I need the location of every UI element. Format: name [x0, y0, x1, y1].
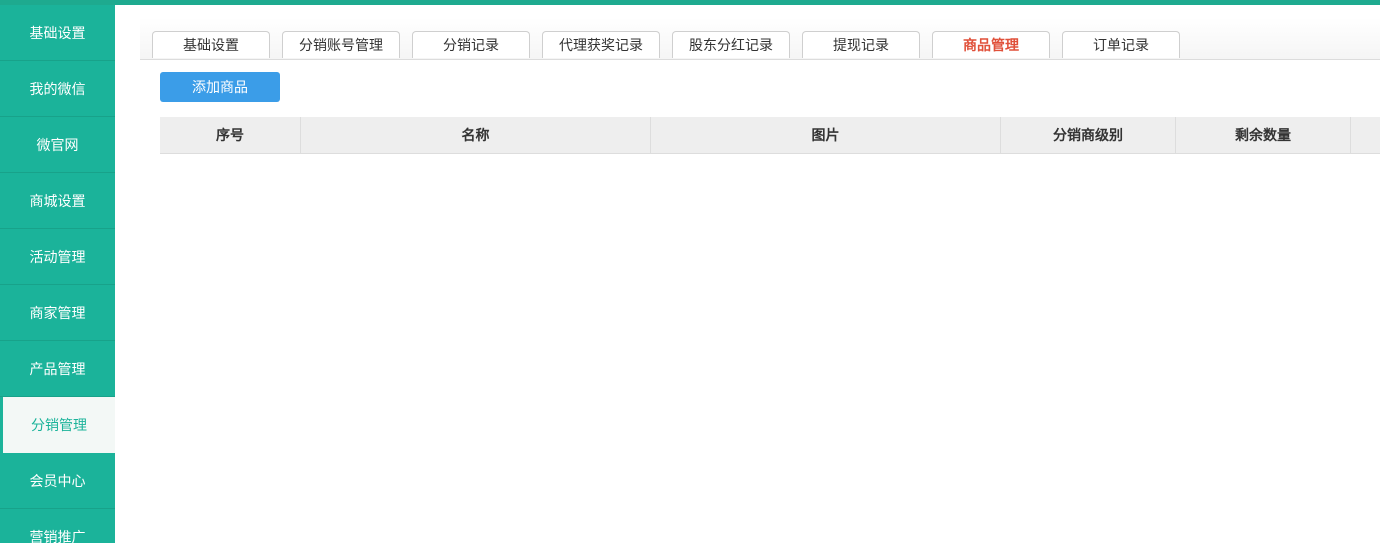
tab-product-management[interactable]: 商品管理 [932, 31, 1050, 58]
column-header-remaining-quantity: 剩余数量 [1176, 117, 1351, 153]
column-header-name: 名称 [301, 117, 651, 153]
tab-bar: 基础设置 分销账号管理 分销记录 代理获奖记录 股东分红记录 提现记录 商品管理… [140, 18, 1380, 60]
sidebar-item-label: 会员中心 [29, 473, 86, 490]
column-header-image: 图片 [651, 117, 1001, 153]
sidebar-item-label: 微官网 [36, 137, 79, 154]
tab-withdrawal-records[interactable]: 提现记录 [802, 31, 920, 58]
tab-shareholder-dividend-records[interactable]: 股东分红记录 [672, 31, 790, 58]
tab-distribution-accounts[interactable]: 分销账号管理 [282, 31, 400, 58]
sidebar-item-label: 分销管理 [31, 417, 87, 434]
add-product-button[interactable]: 添加商品 [160, 72, 280, 102]
main-content: 基础设置 分销账号管理 分销记录 代理获奖记录 股东分红记录 提现记录 商品管理… [115, 5, 1380, 543]
sidebar-item-product-management[interactable]: 产品管理 [0, 341, 115, 397]
column-header-index: 序号 [160, 117, 301, 153]
sidebar-item-my-wechat[interactable]: 我的微信 [0, 61, 115, 117]
table-header: 序号 名称 图片 分销商级别 剩余数量 [160, 117, 1380, 154]
sidebar: 基础设置 我的微信 微官网 商城设置 活动管理 商家管理 产品管理 分销管理 会… [0, 5, 115, 543]
sidebar-item-merchant-management[interactable]: 商家管理 [0, 285, 115, 341]
sidebar-item-label: 我的微信 [29, 81, 86, 98]
tab-distribution-records[interactable]: 分销记录 [412, 31, 530, 58]
sidebar-item-label: 产品管理 [29, 361, 86, 378]
sidebar-item-member-center[interactable]: 会员中心 [0, 453, 115, 509]
tab-basic-settings[interactable]: 基础设置 [152, 31, 270, 58]
column-header-actions [1351, 117, 1380, 153]
tab-order-records[interactable]: 订单记录 [1062, 31, 1180, 58]
tab-agent-award-records[interactable]: 代理获奖记录 [542, 31, 660, 58]
sidebar-item-label: 商城设置 [29, 193, 86, 210]
sidebar-item-micro-site[interactable]: 微官网 [0, 117, 115, 173]
sidebar-item-basic-settings[interactable]: 基础设置 [0, 5, 115, 61]
column-header-distributor-level: 分销商级别 [1001, 117, 1176, 153]
sidebar-item-activity-management[interactable]: 活动管理 [0, 229, 115, 285]
sidebar-item-distribution-management[interactable]: 分销管理 [3, 397, 115, 453]
sidebar-item-label: 活动管理 [29, 249, 86, 266]
sidebar-item-label: 基础设置 [29, 25, 86, 42]
sidebar-item-mall-settings[interactable]: 商城设置 [0, 173, 115, 229]
sidebar-item-marketing-promotion[interactable]: 营销推广 [0, 509, 115, 543]
sidebar-item-label: 商家管理 [29, 305, 86, 322]
sidebar-item-label: 营销推广 [29, 529, 86, 543]
